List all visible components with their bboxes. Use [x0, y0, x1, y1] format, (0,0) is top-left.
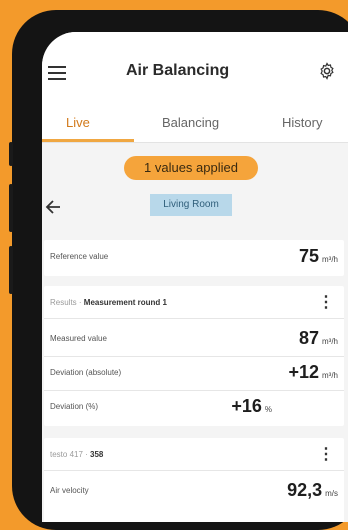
side-button: [9, 142, 13, 166]
divider: [44, 356, 344, 357]
row-value: +16%: [231, 396, 272, 416]
app-screen: Air Balancing Live Balancing History 1 v…: [42, 32, 348, 522]
reference-value: 75 m³/h: [298, 246, 338, 266]
measured-value-row: Measured value 87 m³/h: [50, 326, 338, 356]
menu-icon[interactable]: [48, 66, 66, 80]
reference-card: Reference value 75 m³/h: [44, 240, 344, 276]
more-options-icon[interactable]: ⋮: [318, 444, 334, 464]
air-velocity-row: Air velocity 92,3 m/s: [50, 478, 338, 508]
tab-history[interactable]: History: [282, 115, 322, 130]
divider: [44, 470, 344, 471]
row-value: 87 m³/h: [298, 328, 338, 348]
volume-up-button: [9, 184, 13, 232]
tab-divider: [42, 142, 348, 143]
reference-row: Reference value 75 m³/h: [50, 244, 338, 274]
round-title: Results · Measurement round 1: [50, 298, 167, 307]
measurement-round-card: Results · Measurement round 1 ⋮ Measured…: [44, 286, 344, 426]
phone-frame: Air Balancing Live Balancing History 1 v…: [9, 10, 348, 530]
back-arrow-icon[interactable]: [44, 198, 62, 216]
row-label: Deviation (absolute): [50, 368, 122, 377]
deviation-percent-row: Deviation (%) +16%: [50, 394, 338, 424]
row-value: +12 m³/h: [288, 362, 338, 382]
app-bar: Air Balancing: [42, 32, 348, 112]
tab-balancing[interactable]: Balancing: [162, 115, 219, 130]
deviation-absolute-row: Deviation (absolute) +12 m³/h: [50, 360, 338, 390]
page-title: Air Balancing: [126, 62, 230, 79]
divider: [44, 318, 344, 319]
reference-label: Reference value: [50, 252, 109, 261]
room-chip[interactable]: Living Room: [150, 194, 232, 216]
row-value: 92,3 m/s: [287, 480, 338, 500]
probe-card: testo 417 · 358 ⋮ Air velocity 92,3 m/s: [44, 438, 344, 522]
row-label: Measured value: [50, 334, 107, 343]
row-label: Deviation (%): [50, 402, 99, 411]
tab-bar: Live Balancing History: [42, 110, 348, 142]
probe-title: testo 417 · 358: [50, 450, 104, 459]
volume-down-button: [9, 246, 13, 294]
more-options-icon[interactable]: ⋮: [318, 292, 334, 312]
row-label: Air velocity: [50, 486, 89, 495]
divider: [44, 390, 344, 391]
gear-icon[interactable]: [318, 62, 336, 80]
tab-live[interactable]: Live: [66, 115, 90, 130]
status-badge: 1 values applied: [124, 156, 258, 180]
